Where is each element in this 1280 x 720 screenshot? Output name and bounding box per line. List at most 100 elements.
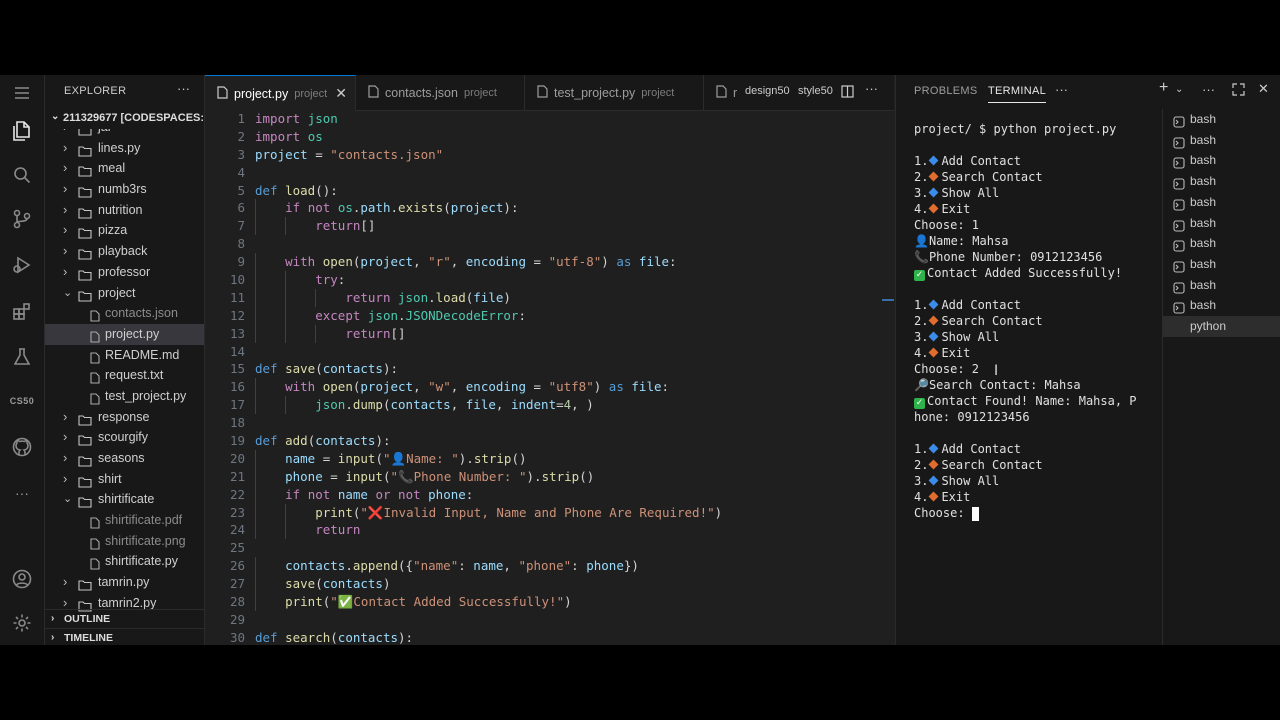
code-line[interactable]: 12 except json.JSONDecodeError: xyxy=(205,306,894,325)
terminal-instance[interactable]: bash xyxy=(1163,192,1280,213)
panel-more-icon[interactable]: ··· xyxy=(1055,82,1068,97)
timeline-section[interactable]: › TIMELINE xyxy=(45,628,204,645)
tab-project-py[interactable]: project.py project ✕ xyxy=(205,75,356,111)
terminal-instance[interactable]: bash xyxy=(1163,130,1280,151)
add-terminal-icon[interactable]: + xyxy=(1159,79,1168,97)
code-editor[interactable]: 1 import json 2 import os 3 project = "contac… xyxy=(205,110,894,645)
code-line[interactable]: 8 xyxy=(205,235,894,253)
github-icon[interactable] xyxy=(0,429,44,465)
terminal-instance[interactable]: bash xyxy=(1163,254,1280,275)
close-icon[interactable]: ✕ xyxy=(1258,81,1269,97)
code-line[interactable]: 10 try: xyxy=(205,271,894,290)
tree-folder[interactable]: › jar xyxy=(45,129,204,138)
code-line[interactable]: 11 return json.load(file) xyxy=(205,288,894,307)
outline-section[interactable]: › OUTLINE xyxy=(45,609,204,629)
code-line[interactable]: 22 if not name or not phone: xyxy=(205,485,894,504)
files-icon[interactable] xyxy=(0,113,44,149)
design50-button[interactable]: design50 xyxy=(745,85,790,97)
code-line[interactable]: 6 if not os.path.exists(project): xyxy=(205,199,894,218)
close-icon[interactable]: ✕ xyxy=(335,85,347,102)
code-line[interactable]: 14 xyxy=(205,343,894,361)
terminal-instance[interactable]: bash xyxy=(1163,295,1280,316)
terminal-instance[interactable]: bash xyxy=(1163,109,1280,130)
tree-file[interactable]: README.md xyxy=(45,345,204,366)
code-line[interactable]: 4 xyxy=(205,164,894,182)
tree-folder[interactable]: › nutrition xyxy=(45,200,204,221)
terminal-instance[interactable]: python xyxy=(1163,316,1280,337)
tree-folder[interactable]: › seasons xyxy=(45,448,204,469)
workspace-root-label: 211329677 [CODESPACES: ... xyxy=(63,112,204,124)
code-line[interactable]: 3 project = "contacts.json" xyxy=(205,146,894,164)
search-icon[interactable] xyxy=(0,157,44,193)
code-line[interactable]: 27 save(contacts) xyxy=(205,575,894,594)
cs50-icon[interactable]: CS50 xyxy=(0,383,44,419)
code-line[interactable]: 29 xyxy=(205,611,894,629)
code-line[interactable]: 18 xyxy=(205,414,894,432)
tree-folder[interactable]: › numb3rs xyxy=(45,179,204,200)
tree-file[interactable]: shirtificate.py xyxy=(45,551,204,572)
source-control-icon[interactable] xyxy=(0,201,44,237)
maximize-icon[interactable] xyxy=(1232,83,1245,101)
tree-folder[interactable]: › scourgify xyxy=(45,427,204,448)
panel-more-icon[interactable]: ··· xyxy=(1202,82,1215,97)
tree-folder[interactable]: › playback xyxy=(45,241,204,262)
code-line[interactable]: 19 def add(contacts): xyxy=(205,432,894,450)
editor-more-icon[interactable]: ··· xyxy=(865,81,878,96)
tree-file[interactable]: shirtificate.pdf xyxy=(45,510,204,531)
tab-test-project-py[interactable]: test_project.py project xyxy=(525,75,704,110)
extensions-icon[interactable] xyxy=(0,293,44,329)
workspace-root[interactable]: ⌄ 211329677 [CODESPACES: ... xyxy=(45,109,204,129)
tree-folder[interactable]: › pizza xyxy=(45,220,204,241)
tree-file[interactable]: test_project.py xyxy=(45,386,204,407)
code-line[interactable]: 7 return[] xyxy=(205,217,894,236)
tree-folder[interactable]: › professor xyxy=(45,262,204,283)
run-debug-icon[interactable] xyxy=(0,247,44,283)
terminal-instance[interactable]: bash xyxy=(1163,150,1280,171)
code-line[interactable]: 21 phone = input("📞Phone Number: ").stri… xyxy=(205,467,894,486)
terminal-instance[interactable]: bash xyxy=(1163,171,1280,192)
tree-folder[interactable]: ⌄ project xyxy=(45,283,204,304)
split-editor-icon[interactable] xyxy=(841,85,854,103)
more-icon[interactable]: ··· xyxy=(0,475,44,511)
tree-folder[interactable]: › meal xyxy=(45,158,204,179)
style50-button[interactable]: style50 xyxy=(798,85,833,97)
tree-folder[interactable]: › lines.py xyxy=(45,138,204,159)
menu-icon[interactable] xyxy=(0,75,44,111)
code-line[interactable]: 26 contacts.append({"name": name, "phone… xyxy=(205,557,894,576)
tree-file[interactable]: project.py xyxy=(45,323,204,345)
tree-file[interactable]: request.txt xyxy=(45,365,204,386)
code-line[interactable]: 13 return[] xyxy=(205,324,894,343)
code-line[interactable]: 16 with open(project, "w", encoding = "u… xyxy=(205,378,894,397)
tab-contacts-json[interactable]: contacts.json project xyxy=(356,75,525,110)
tab-problems[interactable]: PROBLEMS xyxy=(914,85,978,97)
code-line[interactable]: 30 def search(contacts): xyxy=(205,629,894,645)
tree-folder[interactable]: › shirt xyxy=(45,469,204,490)
code-line[interactable]: 9 with open(project, "r", encoding = "ut… xyxy=(205,253,894,272)
testing-icon[interactable] xyxy=(0,339,44,375)
tree-folder[interactable]: › tamrin.py xyxy=(45,572,204,593)
account-icon[interactable] xyxy=(0,561,44,597)
tree-folder[interactable]: › response xyxy=(45,407,204,428)
settings-icon[interactable] xyxy=(0,605,44,641)
terminal-output[interactable]: project/ $ python project.py 1. Add Contac… xyxy=(896,111,1160,645)
tree-file[interactable]: contacts.json xyxy=(45,303,204,324)
tree-folder[interactable]: ⌄ shirtificate xyxy=(45,489,204,510)
code-line[interactable]: 20 name = input("👤Name: ").strip() xyxy=(205,449,894,468)
code-line[interactable]: 5 def load(): xyxy=(205,182,894,200)
code-line[interactable]: 1 import json xyxy=(205,110,894,128)
code-line[interactable]: 25 xyxy=(205,539,894,557)
chevron-down-icon[interactable]: ⌄ xyxy=(1175,84,1183,95)
code-line[interactable]: 28 print("✅Contact Added Successfully!") xyxy=(205,593,894,612)
terminal-instance[interactable]: bash xyxy=(1163,233,1280,254)
tree-file[interactable]: shirtificate.png xyxy=(45,531,204,552)
terminal-instance[interactable]: bash xyxy=(1163,213,1280,234)
explorer-more-icon[interactable]: ··· xyxy=(177,81,190,96)
tab-terminal[interactable]: TERMINAL xyxy=(988,85,1047,103)
tab-r[interactable]: r xyxy=(704,75,744,110)
code-line[interactable]: 24 return xyxy=(205,521,894,540)
code-line[interactable]: 23 print("❌Invalid Input, Name and Phone… xyxy=(205,503,894,522)
code-line[interactable]: 17 json.dump(contacts, file, indent=4, ) xyxy=(205,396,894,415)
code-line[interactable]: 2 import os xyxy=(205,128,894,146)
code-line[interactable]: 15 def save(contacts): xyxy=(205,360,894,378)
terminal-instance[interactable]: bash xyxy=(1163,275,1280,296)
